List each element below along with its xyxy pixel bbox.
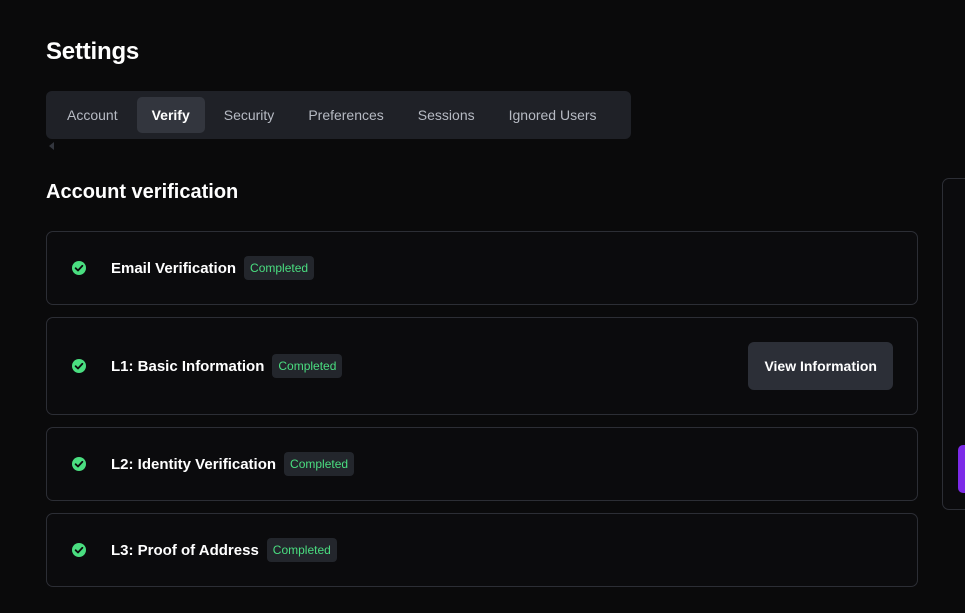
step-label: L2: Identity Verification <box>111 455 277 473</box>
step-label: L3: Proof of Address <box>111 541 259 559</box>
tab-security[interactable]: Security <box>209 97 290 133</box>
page-title: Settings <box>46 38 140 65</box>
status-badge: Completed <box>244 256 315 280</box>
view-information-button[interactable]: View Information <box>748 342 893 390</box>
settings-tabs: Account Verify Security Preferences Sess… <box>46 91 631 139</box>
tab-sessions[interactable]: Sessions <box>403 97 490 133</box>
step-label: Email Verification <box>111 259 237 277</box>
verification-step-basic-information: L1: Basic Information Completed View Inf… <box>46 317 918 415</box>
verification-step-email: Email Verification Completed <box>46 231 918 305</box>
tab-verify[interactable]: Verify <box>136 97 205 133</box>
side-panel-action-button[interactable] <box>958 445 965 493</box>
tab-preferences[interactable]: Preferences <box>293 97 398 133</box>
tabs-scroll-left-icon[interactable] <box>49 142 54 150</box>
status-badge: Completed <box>266 538 337 562</box>
tab-account[interactable]: Account <box>52 97 133 133</box>
status-badge: Completed <box>284 452 355 476</box>
tab-ignored-users[interactable]: Ignored Users <box>494 97 612 133</box>
section-title: Account verification <box>46 181 239 203</box>
check-circle-icon <box>71 542 87 558</box>
settings-page: Settings Account Verify Security Prefere… <box>0 0 965 613</box>
verification-step-identity: L2: Identity Verification Completed <box>46 427 918 501</box>
step-label: L1: Basic Information <box>111 357 265 375</box>
check-circle-icon <box>71 358 87 374</box>
verification-step-proof-of-address: L3: Proof of Address Completed <box>46 513 918 587</box>
check-circle-icon <box>71 260 87 276</box>
status-badge: Completed <box>272 354 343 378</box>
check-circle-icon <box>71 456 87 472</box>
